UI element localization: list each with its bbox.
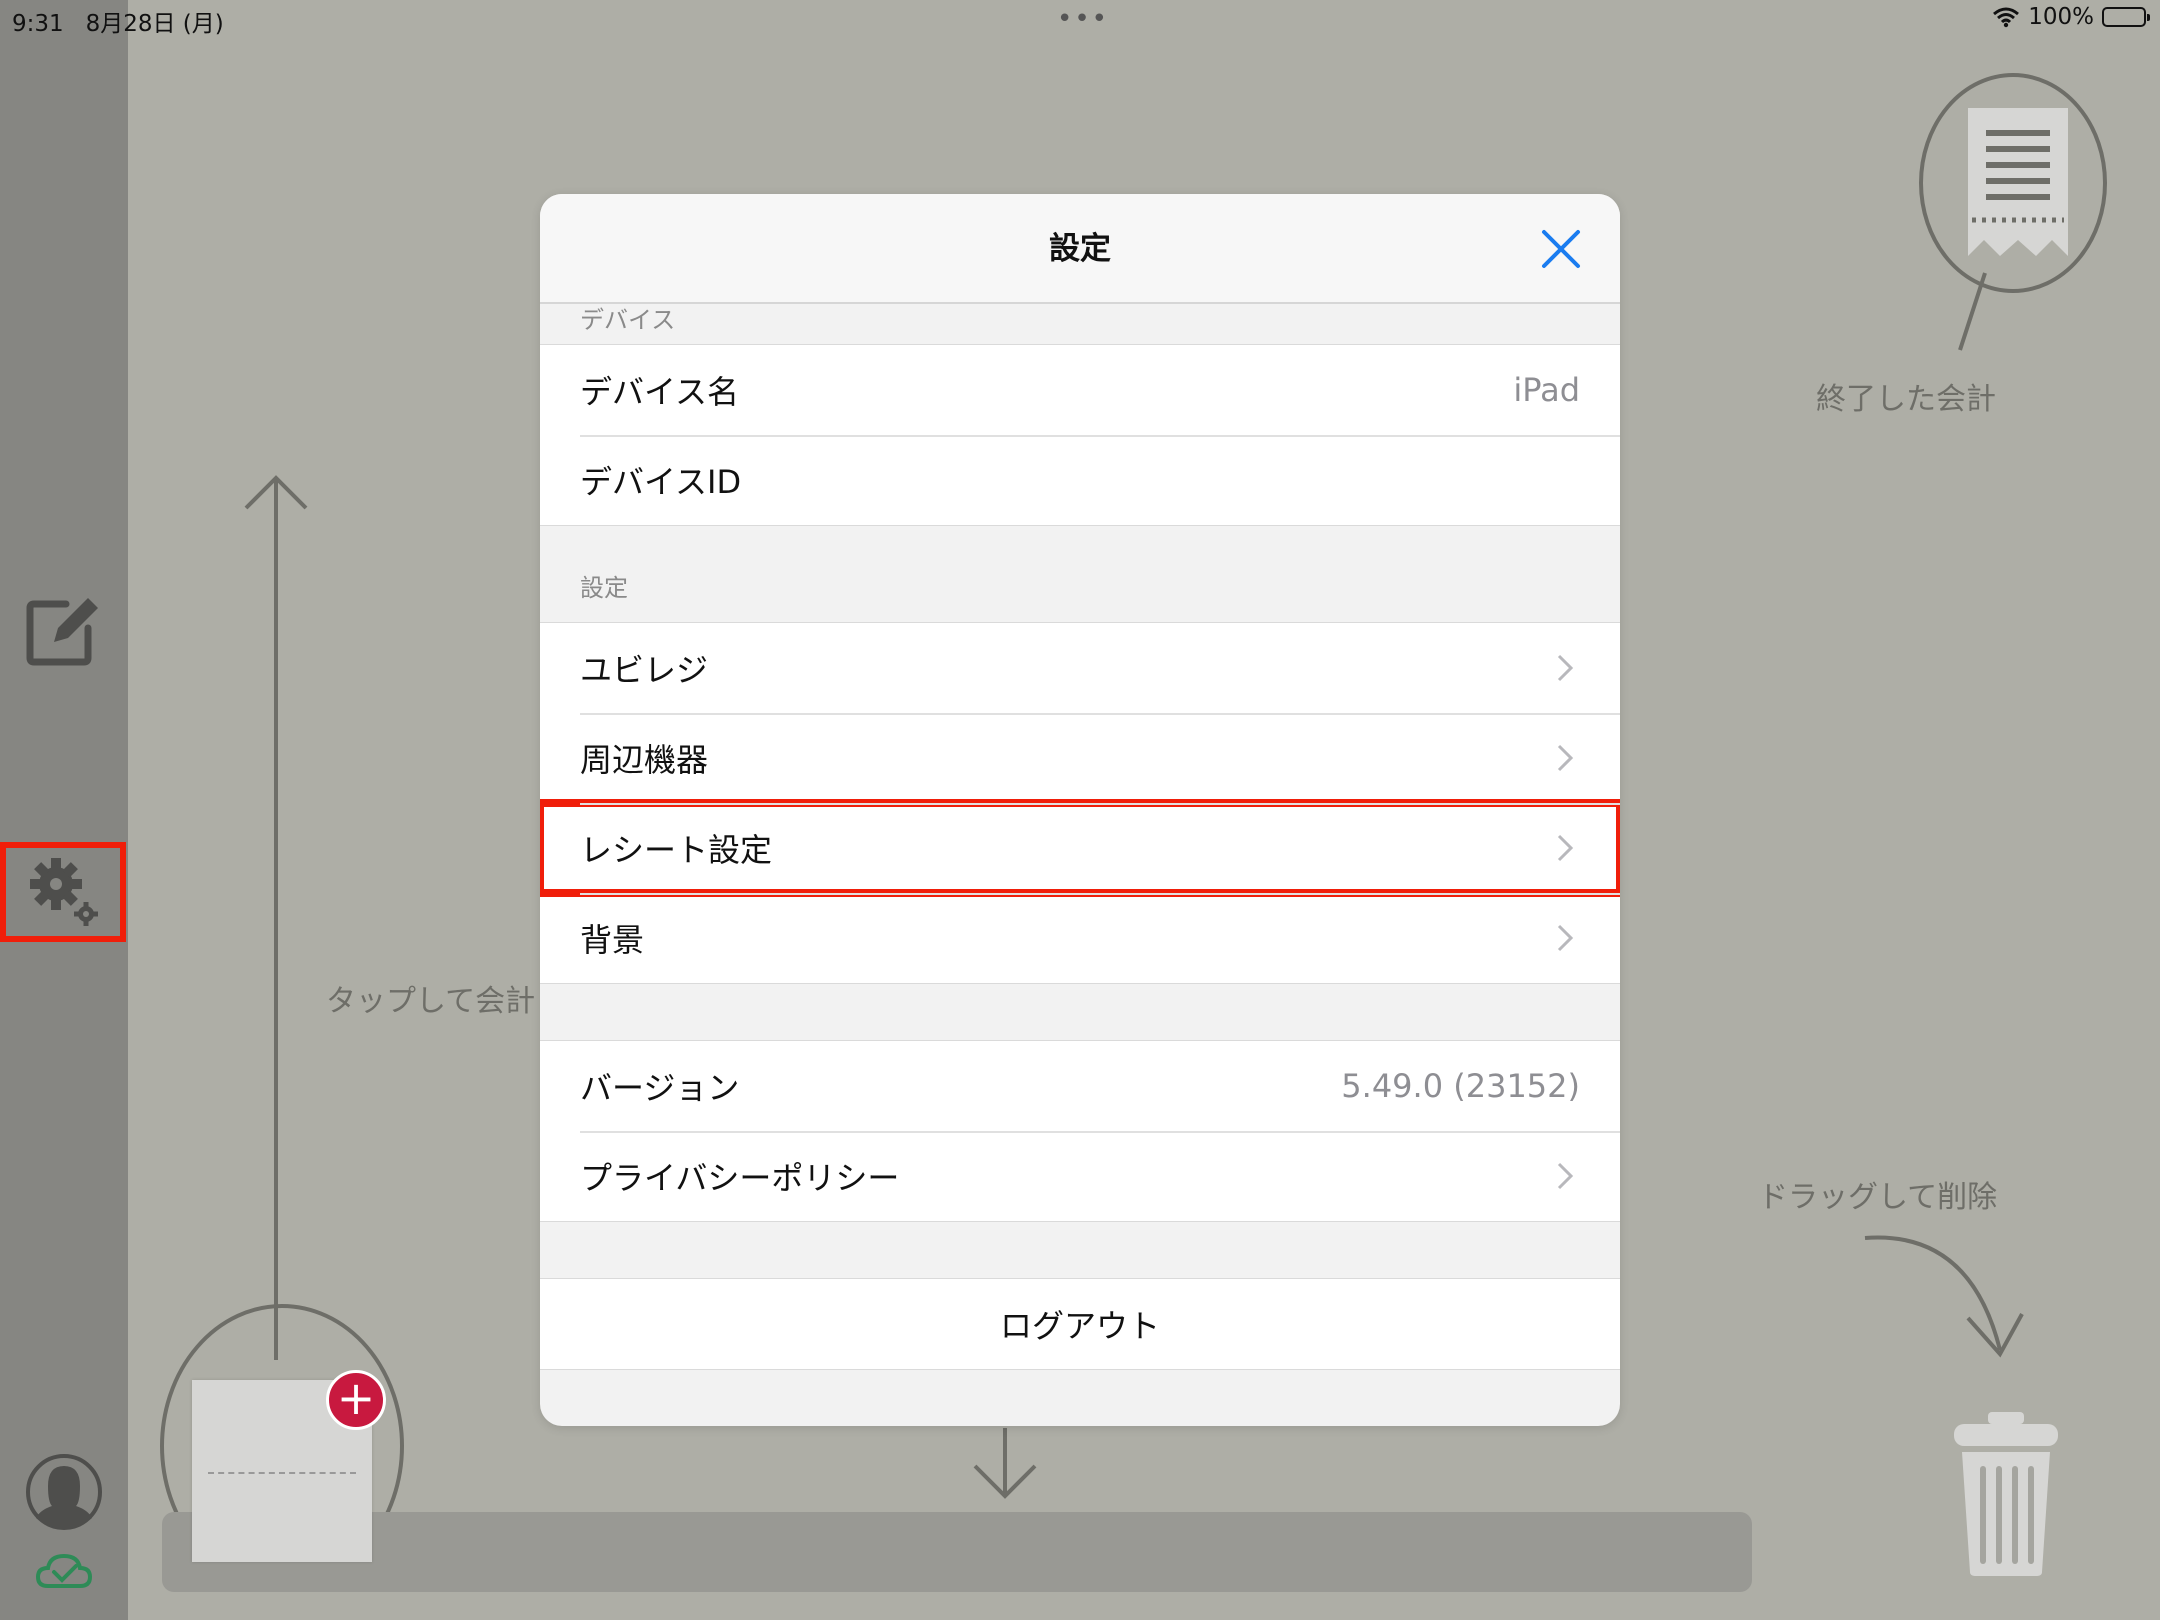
about-group: バージョン 5.49.0 (23152) プライバシーポリシー <box>540 1040 1620 1222</box>
section-header-device: デバイス <box>580 306 676 334</box>
device-id-row: デバイスID <box>540 435 1620 525</box>
logout-button[interactable]: ログアウト <box>540 1279 1620 1369</box>
battery-percent: 100% <box>2028 4 2094 30</box>
privacy-policy-row[interactable]: プライバシーポリシー <box>540 1131 1620 1221</box>
device-name-value: iPad <box>1513 371 1580 409</box>
row-label: デバイスID <box>580 463 742 501</box>
plus-icon[interactable]: + <box>326 1370 386 1430</box>
row-label: 背景 <box>580 921 645 959</box>
status-bar: 9:31 8月28日 (月) ••• 100% <box>0 0 2160 40</box>
drag-to-delete-label: ドラッグして削除 <box>1758 1180 1998 1215</box>
chevron-right-icon <box>1557 924 1574 952</box>
settings-modal: 設定 デバイス デバイス名 iPad デバイスID 設定 ユビレジ 周辺機器 レ… <box>540 194 1620 1426</box>
peripherals-row[interactable]: 周辺機器 <box>540 713 1620 803</box>
chevron-right-icon <box>1557 744 1574 772</box>
finished-accounts-label: 終了した会計 <box>1816 382 1996 417</box>
logout-label: ログアウト <box>999 1307 1160 1345</box>
receipt-settings-row[interactable]: レシート設定 <box>540 799 1620 897</box>
receipt-icon <box>1968 108 2068 256</box>
bottom-tray <box>162 1512 1752 1592</box>
chevron-right-icon <box>1557 654 1574 682</box>
ubiregi-row[interactable]: ユビレジ <box>540 623 1620 713</box>
chevron-right-icon <box>1557 1162 1574 1190</box>
device-name-row: デバイス名 iPad <box>540 345 1620 435</box>
wifi-icon <box>1993 7 2020 28</box>
battery-icon <box>2102 7 2150 27</box>
tap-to-account-label: タップして会計 <box>326 984 536 1019</box>
status-right: 100% <box>1992 4 2150 30</box>
row-label: レシート設定 <box>580 831 773 869</box>
section-header-settings: 設定 <box>580 574 628 602</box>
row-label: 周辺機器 <box>580 741 709 779</box>
status-time: 9:31 8月28日 (月) <box>12 11 224 37</box>
logout-group: ログアウト <box>540 1278 1620 1370</box>
modal-title: 設定 <box>1049 231 1111 267</box>
modal-header: 設定 <box>540 194 1620 304</box>
version-value: 5.49.0 (23152) <box>1341 1067 1580 1105</box>
trash-icon[interactable] <box>1950 1408 2062 1578</box>
background-row[interactable]: 背景 <box>540 893 1620 983</box>
row-label: プライバシーポリシー <box>580 1159 900 1197</box>
chevron-right-icon <box>1557 834 1574 862</box>
row-label: デバイス名 <box>580 373 740 411</box>
version-row: バージョン 5.49.0 (23152) <box>540 1041 1620 1131</box>
settings-group: ユビレジ 周辺機器 レシート設定 背景 <box>540 622 1620 984</box>
multitask-dots[interactable]: ••• <box>1057 4 1109 34</box>
device-group: デバイス名 iPad デバイスID <box>540 344 1620 526</box>
row-label: バージョン <box>580 1069 740 1107</box>
row-label: ユビレジ <box>580 651 709 689</box>
close-icon[interactable] <box>1536 224 1586 274</box>
